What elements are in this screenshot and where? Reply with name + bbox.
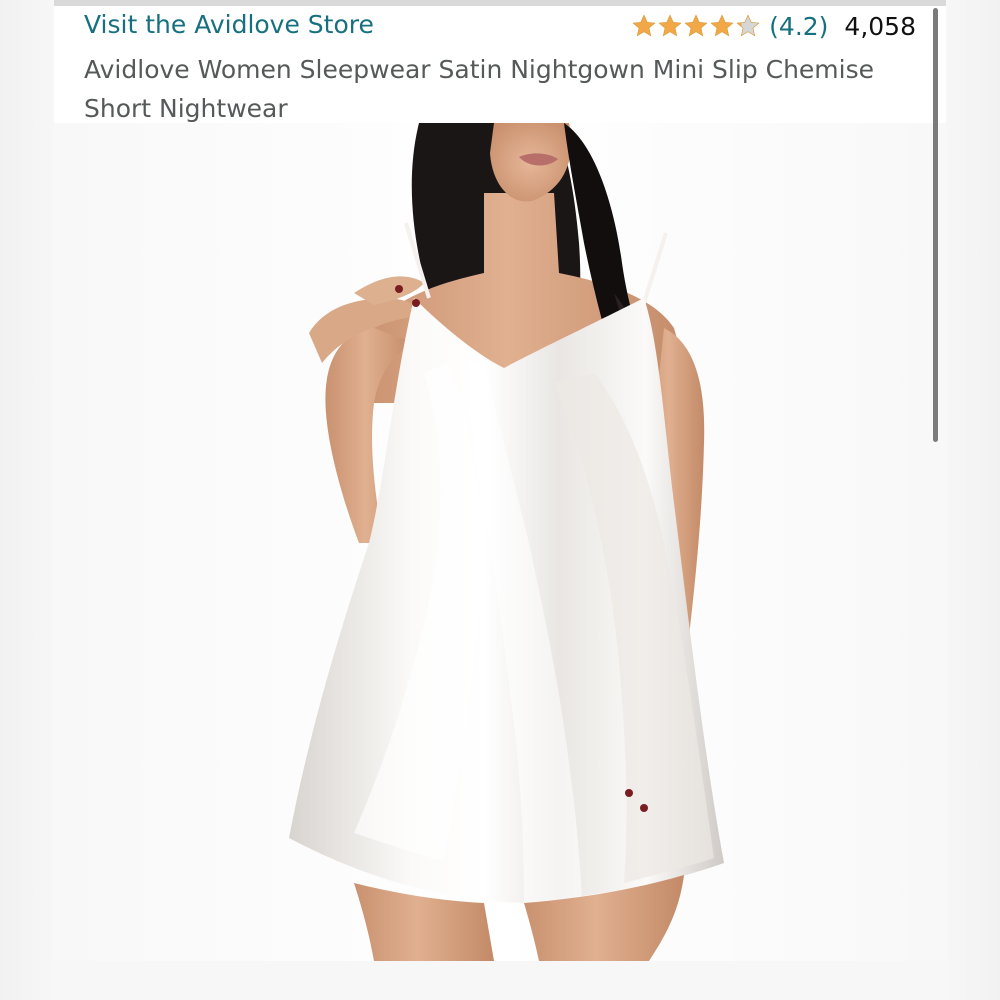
product-page: Visit the Avidlove Store (4.2) 4,058 Avi… (0, 0, 1000, 1000)
scrollbar[interactable] (933, 8, 938, 442)
rating-value[interactable]: (4.2) (769, 12, 828, 41)
product-photo-illustration (54, 123, 946, 961)
product-header: Visit the Avidlove Store (4.2) 4,058 Avi… (54, 6, 946, 123)
star-icon (632, 14, 656, 37)
product-title: Avidlove Women Sleepwear Satin Nightgown… (84, 55, 875, 123)
review-count[interactable]: 4,058 (844, 12, 916, 41)
star-rating[interactable] (631, 13, 761, 39)
star-icon (658, 14, 682, 37)
star-icon (684, 14, 708, 37)
product-image[interactable] (54, 123, 946, 961)
product-card: Visit the Avidlove Store (4.2) 4,058 Avi… (54, 6, 946, 961)
store-link[interactable]: Visit the Avidlove Store (84, 10, 374, 39)
rating-summary[interactable]: (4.2) 4,058 (631, 10, 916, 42)
bottom-band (54, 961, 946, 1000)
star-icon (710, 14, 734, 37)
star-icon (736, 14, 760, 37)
